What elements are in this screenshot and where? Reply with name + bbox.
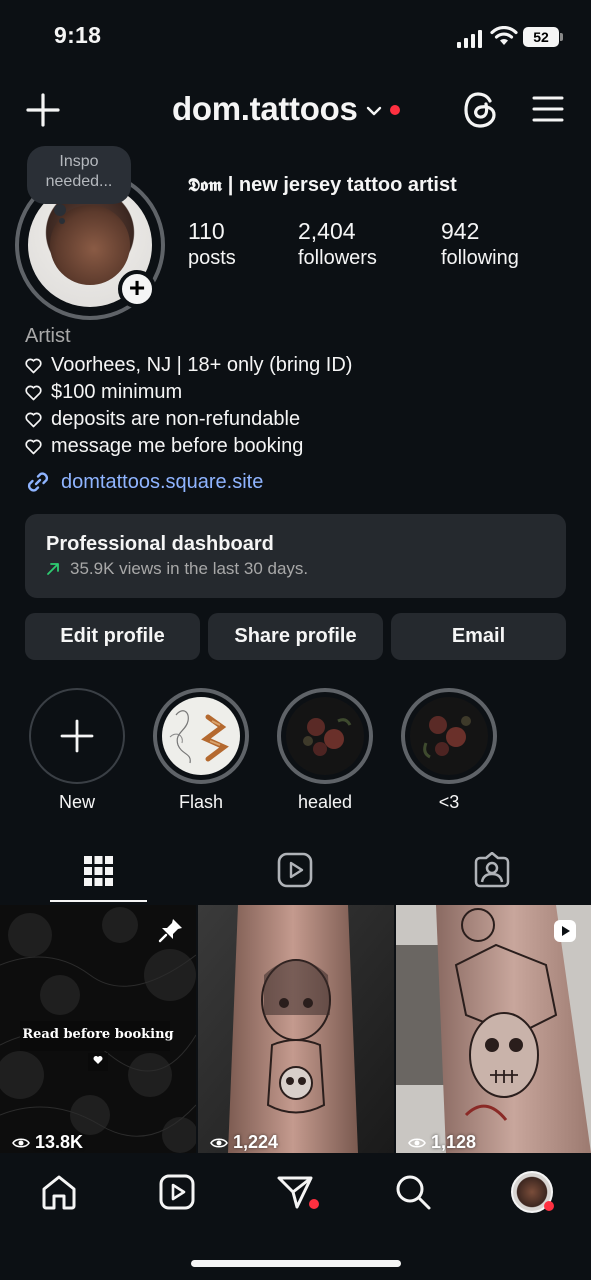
view-count-text: 1,128 [431, 1132, 477, 1152]
reel-indicator-icon [554, 920, 576, 942]
bio-category: Artist [25, 325, 71, 347]
note-text-line1: Inspo [59, 153, 99, 170]
highlight-cover-image [286, 697, 364, 775]
stat-posts[interactable]: 110 posts [188, 218, 236, 272]
cellular-signal-icon [457, 30, 482, 48]
bio: Artist Voorhees, NJ | 18+ only (bring ID… [25, 325, 565, 495]
website-link[interactable]: domtattoos.square.site [25, 469, 565, 495]
highlight-cover-image [410, 697, 488, 775]
stat-value: 942 [441, 218, 480, 244]
highlight-label: New [58, 792, 95, 812]
post-tile[interactable]: 1,224 [198, 905, 394, 1153]
bio-line: $100 minimum [25, 379, 565, 406]
highlight-label: healed [297, 792, 353, 812]
highlight-label: <3 [438, 792, 460, 812]
wifi-icon [490, 26, 518, 45]
view-count-text: 1,224 [233, 1132, 279, 1152]
post-tile[interactable]: Read before booking 13.8K [0, 905, 196, 1153]
share-profile-button[interactable]: Share profile [208, 613, 383, 660]
highlight-healed[interactable]: healed [276, 688, 374, 813]
highlight-flash[interactable]: Flash [152, 688, 250, 813]
tab-grid-posts-icon[interactable] [84, 854, 113, 888]
view-count: 13.8K [12, 1132, 83, 1153]
eye-icon [210, 1137, 228, 1148]
search-icon[interactable] [394, 1173, 432, 1211]
username: dom.tattoos [172, 90, 358, 127]
stat-followers[interactable]: 2,404 followers [298, 218, 377, 272]
create-plus-icon[interactable] [26, 93, 60, 127]
bio-line-text: message me before booking [51, 435, 304, 457]
home-indicator [191, 1260, 401, 1267]
profile-header: dom.tattoos [0, 80, 591, 140]
post-caption: Read before booking [22, 1027, 174, 1042]
heart-outline-icon [25, 385, 42, 400]
bio-line: Voorhees, NJ | 18+ only (bring ID) [25, 352, 565, 379]
display-name-logo-text: 𝕯𝖔𝖒 [188, 175, 223, 196]
website-link-text: domtattoos.square.site [61, 470, 264, 493]
dashboard-subtitle: 35.9K views in the last 30 days. [70, 559, 309, 578]
display-name-text: | new jersey tattoo artist [222, 174, 457, 196]
stat-value: 2,404 [298, 218, 356, 244]
link-icon [27, 472, 49, 492]
bio-line-text: Voorhees, NJ | 18+ only (bring ID) [51, 354, 353, 376]
post-tile[interactable]: 1,128 [396, 905, 591, 1153]
stat-following[interactable]: 942 following [441, 218, 519, 272]
eye-icon [12, 1137, 30, 1148]
account-switcher[interactable]: dom.tattoos [172, 90, 400, 128]
trend-up-arrow-icon [47, 563, 59, 575]
view-count-text: 13.8K [35, 1132, 84, 1152]
eye-icon [408, 1137, 426, 1148]
tab-reels-icon[interactable] [277, 852, 313, 888]
view-count: 1,128 [408, 1132, 476, 1153]
email-button[interactable]: Email [391, 613, 566, 660]
stat-value: 110 [188, 218, 225, 244]
stat-label: following [441, 247, 519, 269]
profile-tabs [0, 850, 591, 904]
highlight-new[interactable]: New [28, 688, 126, 813]
post-image [198, 905, 394, 1153]
highlight-cover-image [162, 697, 240, 775]
bio-line: message me before booking [25, 433, 565, 460]
bio-line-text: $100 minimum [51, 381, 183, 403]
highlight-label: Flash [178, 792, 223, 812]
note-bubble[interactable]: Inspo needed... [27, 146, 131, 204]
battery-icon: 52 [523, 27, 563, 47]
status-time: 9:18 [54, 22, 102, 48]
stat-label: followers [298, 247, 377, 269]
view-count: 1,224 [210, 1132, 278, 1153]
bio-line: deposits are non-refundable [25, 406, 565, 433]
stat-label: posts [188, 247, 236, 269]
posts-grid: Read before booking 13.8K 1,224 1,128 [0, 905, 591, 1153]
dashboard-subtitle-row: 35.9K views in the last 30 days. [46, 559, 545, 579]
threads-icon[interactable] [463, 91, 499, 129]
plus-icon [60, 719, 94, 753]
tab-tagged-icon[interactable] [474, 852, 510, 888]
notification-dot [389, 105, 400, 115]
bio-line-text: deposits are non-refundable [51, 408, 301, 430]
dashboard-title: Professional dashboard [46, 533, 274, 555]
pin-icon [158, 919, 182, 943]
reels-icon[interactable] [158, 1173, 196, 1211]
battery-level: 52 [523, 27, 559, 47]
note-text-line2: needed... [45, 173, 113, 190]
status-bar: 9:18 52 [0, 0, 591, 70]
messages-notification-dot [309, 1199, 319, 1209]
home-icon[interactable] [40, 1173, 78, 1211]
highlight-heart[interactable]: <3 [400, 688, 498, 813]
menu-icon[interactable] [532, 95, 564, 123]
professional-dashboard-card[interactable]: Professional dashboard 35.9K views in th… [25, 514, 566, 598]
chevron-down-icon [366, 106, 381, 116]
active-tab-indicator [50, 900, 147, 902]
heart-outline-icon [25, 358, 42, 373]
heart-outline-icon [25, 412, 42, 427]
display-name: 𝕯𝖔𝖒 | new jersey tattoo artist [188, 174, 457, 197]
add-story-button[interactable]: + [118, 270, 156, 308]
heart-outline-icon [25, 439, 42, 454]
profile-notification-dot [544, 1201, 554, 1211]
edit-profile-button[interactable]: Edit profile [25, 613, 200, 660]
